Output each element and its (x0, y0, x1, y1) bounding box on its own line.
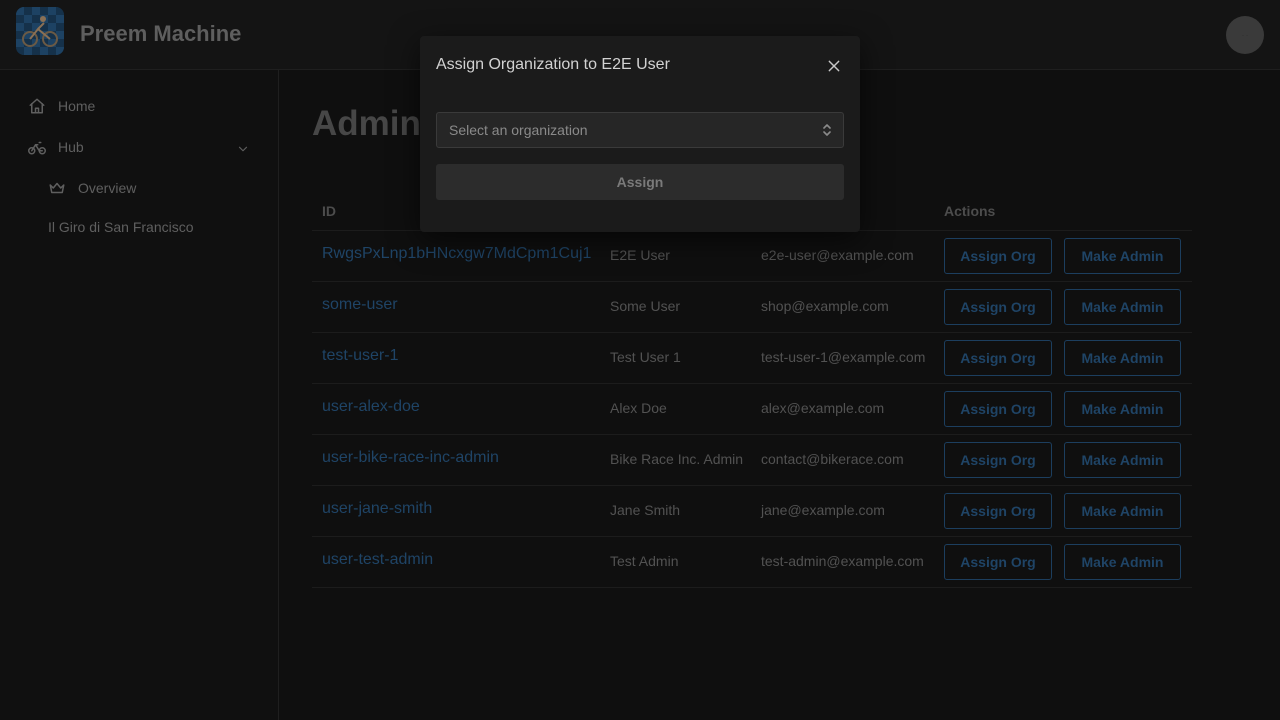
close-button[interactable] (824, 56, 844, 76)
assign-organization-modal: Assign Organization to E2E User Select a… (420, 36, 860, 232)
organization-select[interactable]: Select an organization (436, 112, 844, 148)
assign-button[interactable]: Assign (436, 164, 844, 200)
chevron-up-down-icon (823, 124, 831, 136)
select-placeholder: Select an organization (449, 122, 588, 138)
modal-title: Assign Organization to E2E User (436, 56, 670, 73)
close-icon (828, 60, 840, 72)
